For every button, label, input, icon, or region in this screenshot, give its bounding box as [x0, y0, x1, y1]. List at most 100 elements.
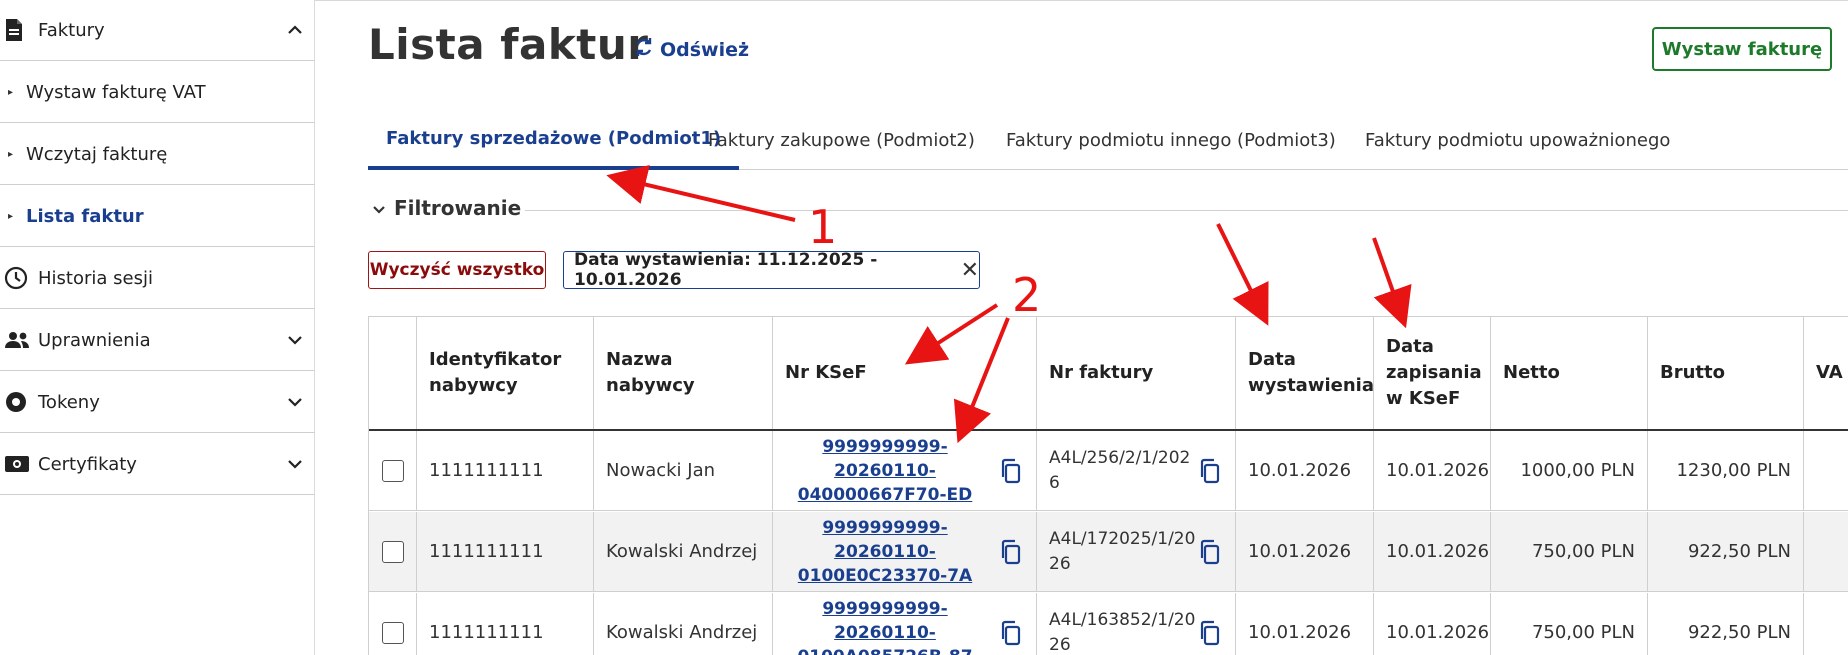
refresh-label: Odśwież — [660, 38, 750, 61]
sidebar-item-historia[interactable]: Historia sesji — [0, 248, 315, 309]
ksef-link[interactable]: 9999999999-20260110-040000667F70-ED — [785, 435, 985, 507]
sidebar: Faktury ▸ Wystaw fakturę VAT ▸ Wczytaj f… — [0, 0, 315, 655]
copy-icon[interactable] — [998, 620, 1024, 646]
sidebar-item-wczytaj[interactable]: ▸ Wczytaj fakturę — [0, 124, 315, 185]
refresh-button[interactable]: Odśwież — [634, 36, 749, 63]
cell-data-zapisania: 10.01.2026 — [1374, 512, 1491, 591]
row-checkbox[interactable] — [381, 540, 404, 563]
close-icon[interactable]: ✕ — [961, 258, 979, 283]
chevron-down-icon[interactable] — [275, 335, 315, 345]
tab-other-entity[interactable]: Faktury podmiotu innego (Podmiot3) — [1006, 110, 1336, 170]
sidebar-item-label: Historia sesji — [38, 267, 153, 289]
cell-nazwa: Nowacki Jan — [594, 431, 773, 510]
certificate-icon — [0, 454, 38, 474]
sidebar-item-label: Faktury — [38, 19, 105, 41]
cell-data-wystawienia: 10.01.2026 — [1236, 431, 1374, 510]
table-row: 1111111111 Kowalski Andrzej 9999999999-2… — [369, 512, 1848, 592]
bullet-icon: ▸ — [8, 210, 14, 222]
cell-vat — [1804, 512, 1848, 591]
annotation-arrow-date-saved — [1372, 237, 1412, 329]
sidebar-item-tokeny[interactable]: Tokeny — [0, 372, 315, 433]
cell-netto: 750,00 PLN — [1491, 512, 1648, 591]
invoice-number: A4L/256/2/1/2026 — [1049, 447, 1191, 493]
copy-icon[interactable] — [998, 539, 1024, 565]
cell-ksef: 9999999999-20260110-040000667F70-ED — [773, 431, 1037, 510]
header-nr-faktury[interactable]: Nr faktury — [1037, 317, 1236, 429]
sidebar-item-label: Wczytaj fakturę — [26, 143, 168, 165]
bullet-icon: ▸ — [8, 86, 14, 98]
annotation-label-1: 1 — [808, 200, 838, 254]
chevron-down-icon — [372, 196, 386, 220]
tab-sales[interactable]: Faktury sprzedażowe (Podmiot1) — [368, 110, 740, 170]
sidebar-item-label: Lista faktur — [26, 205, 144, 227]
sidebar-item-label: Uprawnienia — [38, 329, 151, 351]
clear-all-button[interactable]: Wyczyść wszystko — [368, 251, 546, 289]
annotation-arrow-date-issued — [1216, 223, 1269, 326]
header-vat[interactable]: VA — [1804, 317, 1848, 429]
sidebar-item-uprawnienia[interactable]: Uprawnienia — [0, 310, 315, 371]
cell-nazwa: Kowalski Andrzej — [594, 593, 773, 655]
invoice-number: A4L/163852/1/2026 — [1049, 609, 1196, 655]
table-row: 1111111111 Kowalski Andrzej 9999999999-2… — [369, 593, 1848, 655]
filter-toggle[interactable]: Filtrowanie — [372, 196, 521, 220]
header-ksef[interactable]: Nr KSeF — [773, 317, 1037, 429]
row-select — [369, 512, 417, 591]
header-nazwa[interactable]: Nazwa nabywcy — [594, 317, 773, 429]
copy-icon[interactable] — [1197, 620, 1223, 646]
cell-brutto: 922,50 PLN — [1648, 512, 1804, 591]
annotation-arrow-1 — [606, 165, 796, 222]
token-icon — [0, 390, 38, 414]
bullet-icon: ▸ — [8, 148, 14, 160]
sidebar-item-wystaw-vat[interactable]: ▸ Wystaw fakturę VAT — [0, 62, 315, 123]
chevron-up-icon[interactable] — [275, 25, 315, 35]
sidebar-item-lista-faktur[interactable]: ▸ Lista faktur — [0, 186, 315, 247]
copy-icon[interactable] — [998, 458, 1024, 484]
copy-icon[interactable] — [1197, 458, 1223, 484]
header-select — [369, 317, 417, 429]
cell-brutto: 1230,00 PLN — [1648, 431, 1804, 510]
table-row: 1111111111 Nowacki Jan 9999999999-202601… — [369, 431, 1848, 511]
tab-authorized-entity[interactable]: Faktury podmiotu upoważnionego — [1365, 110, 1670, 170]
copy-icon[interactable] — [1197, 539, 1223, 565]
document-icon — [0, 18, 38, 42]
cell-data-wystawienia: 10.01.2026 — [1236, 512, 1374, 591]
cell-identyfikator: 1111111111 — [417, 431, 594, 510]
sidebar-item-label: Wystaw fakturę VAT — [26, 81, 206, 103]
sidebar-item-certyfikaty[interactable]: Certyfikaty — [0, 434, 315, 495]
cell-identyfikator: 1111111111 — [417, 512, 594, 591]
chip-label: Data wystawienia: 11.12.2025 - 10.01.202… — [574, 250, 878, 290]
cell-nazwa: Kowalski Andrzej — [594, 512, 773, 591]
cell-netto: 1000,00 PLN — [1491, 431, 1648, 510]
row-checkbox[interactable] — [381, 459, 404, 482]
tab-purchase[interactable]: Faktury zakupowe (Podmiot2) — [708, 110, 975, 170]
header-data-zapisania[interactable]: Data zapisania w KSeF — [1374, 317, 1491, 429]
cell-identyfikator: 1111111111 — [417, 593, 594, 655]
header-data-wystawienia[interactable]: Data wystawienia — [1236, 317, 1374, 429]
row-select — [369, 431, 417, 510]
header-brutto[interactable]: Brutto — [1648, 317, 1804, 429]
page-title: Lista faktur — [368, 20, 649, 69]
date-filter-chip[interactable]: Data wystawienia: 11.12.2025 - 10.01.202… — [563, 250, 980, 290]
refresh-icon — [634, 36, 654, 63]
filter-divider — [525, 210, 1848, 211]
cell-ksef: 9999999999-20260110-0100A085726B-87 — [773, 593, 1037, 655]
invoice-tabs: Faktury sprzedażowe (Podmiot1) Faktury z… — [368, 110, 1848, 170]
chevron-down-icon[interactable] — [275, 459, 315, 469]
filter-heading: Filtrowanie — [394, 196, 522, 220]
sidebar-item-label: Tokeny — [38, 391, 100, 413]
cell-nr-faktury: A4L/256/2/1/2026 — [1037, 431, 1236, 510]
chevron-down-icon[interactable] — [275, 397, 315, 407]
cell-brutto: 922,50 PLN — [1648, 593, 1804, 655]
header-identyfikator[interactable]: Identyfikator nabywcy — [417, 317, 594, 429]
sidebar-item-faktury[interactable]: Faktury — [0, 0, 315, 61]
ksef-link[interactable]: 9999999999-20260110-0100A085726B-87 — [785, 597, 985, 655]
row-select — [369, 593, 417, 655]
cell-netto: 750,00 PLN — [1491, 593, 1648, 655]
ksef-link[interactable]: 9999999999-20260110-0100E0C23370-7A — [785, 516, 985, 588]
header-netto[interactable]: Netto — [1491, 317, 1648, 429]
issue-invoice-button[interactable]: Wystaw fakturę — [1652, 27, 1832, 71]
invoice-table: Identyfikator nabywcy Nazwa nabywcy Nr K… — [368, 316, 1848, 655]
table-header-row: Identyfikator nabywcy Nazwa nabywcy Nr K… — [369, 317, 1848, 431]
annotation-label-2: 2 — [1012, 268, 1042, 322]
row-checkbox[interactable] — [381, 621, 404, 644]
